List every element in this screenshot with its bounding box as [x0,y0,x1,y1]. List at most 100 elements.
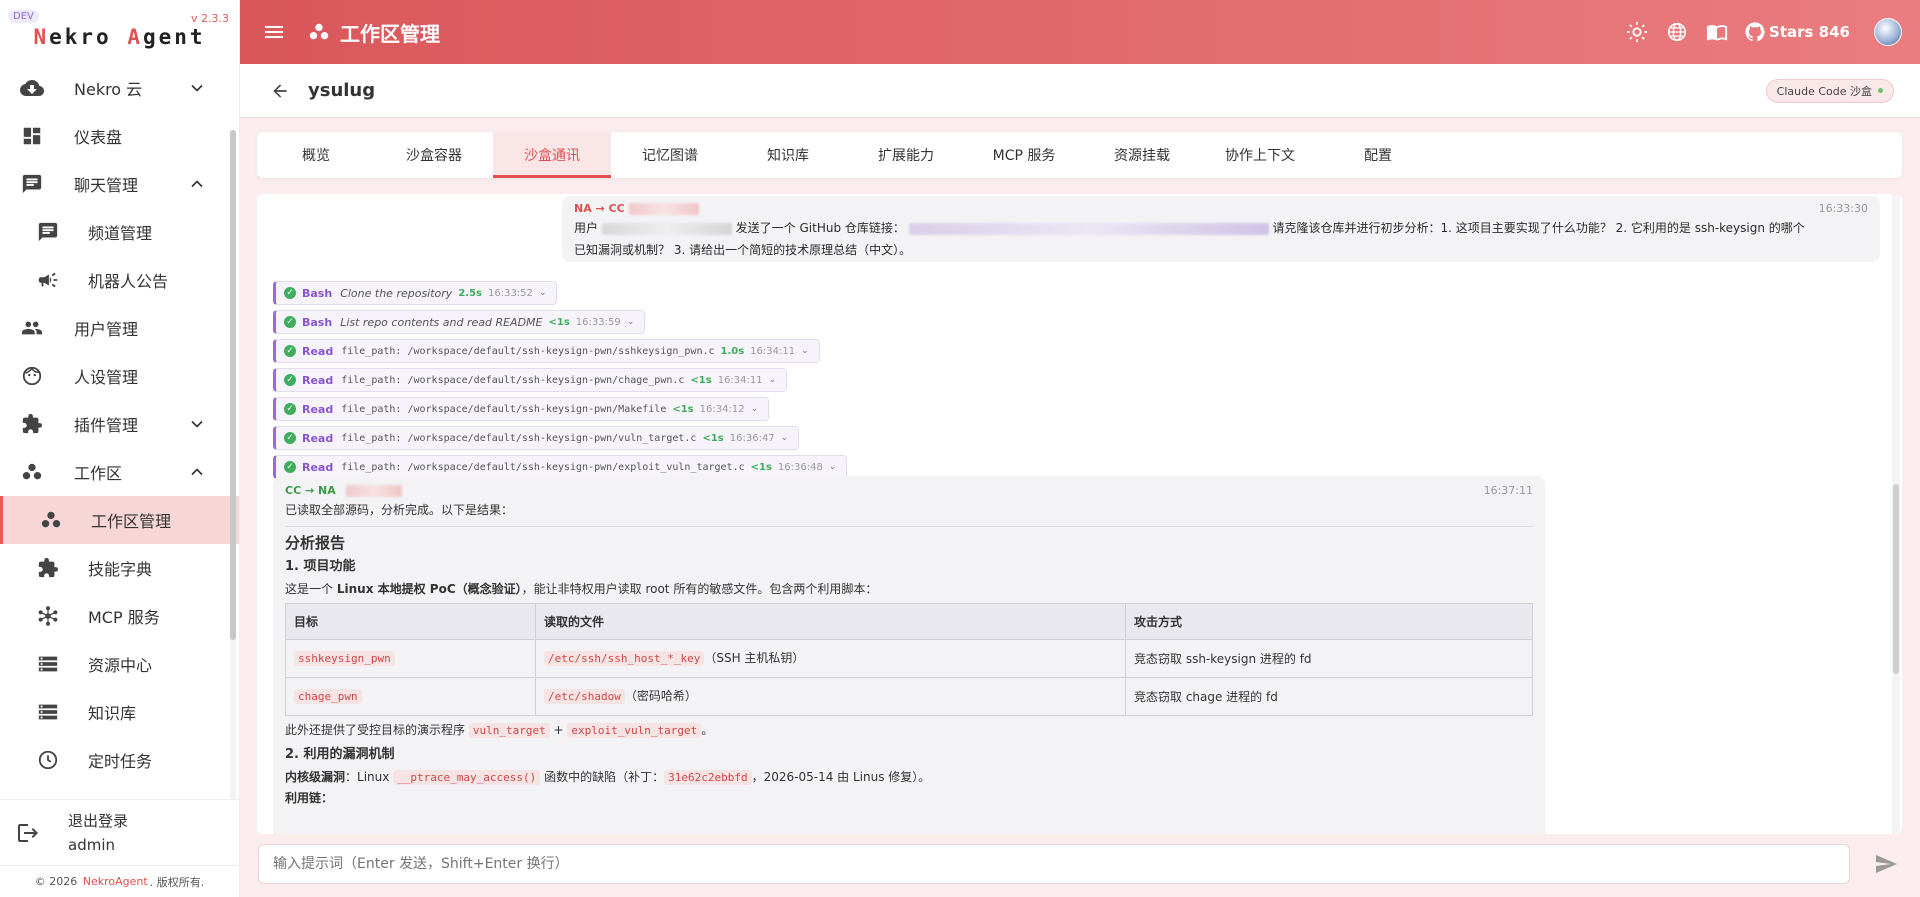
theme-toggle-icon[interactable] [1625,20,1649,44]
workspace-name: ysulug [308,80,376,101]
sidebar-item-dashboard[interactable]: 仪表盘 [0,112,239,160]
tool-call-list: ✓ Bash Clone the repository 2.5s 16:33:52 ⌄ ✓… [273,280,848,483]
sidebar-item-knowledge-base[interactable]: 知识库 [0,688,239,736]
workspace-header: ysulug Claude Code 沙盒 [240,64,1920,118]
workspaces-icon [20,460,44,484]
tab-knowledge-base[interactable]: 知识库 [729,132,847,178]
copyright-link[interactable]: NekroAgent [83,875,148,888]
sidebar-item-plugin-management[interactable]: 插件管理 [0,400,239,448]
menu-icon[interactable] [262,20,286,44]
tool-call-item[interactable]: ✓ Bash Clone the repository 2.5s 16:33:52 ⌄ [273,281,558,305]
tab-config[interactable]: 配置 [1319,132,1437,178]
logo[interactable]: Nekro Agent [33,25,205,49]
sidebar-scrollbar[interactable] [230,130,236,799]
status-badge: Claude Code 沙盒 [1765,78,1894,103]
extension-icon [36,556,60,580]
sidebar-item-nekro-cloud[interactable]: Nekro 云 [0,64,239,112]
redacted-user [601,222,732,235]
top-bar: 工作区管理 Stars 846 [240,0,1920,64]
section-heading: 1. 项目功能 [285,559,356,574]
chevron-down-icon [191,84,203,92]
brand: DEV v 2.3.3 Nekro Agent [0,0,239,64]
prompt-input-wrapper [258,844,1850,884]
sidebar-item-workspace[interactable]: 工作区 [0,448,239,496]
tool-call-item[interactable]: ✓ Read file_path: /workspace/default/ssh-k… [273,339,820,363]
github-icon [1745,22,1765,42]
table-header: 读取的文件 [535,603,1126,640]
chevron-down-icon: ⌄ [768,375,777,385]
send-icon[interactable] [1874,852,1898,876]
message-time: 16:33:30 [1818,202,1868,215]
tool-call-item[interactable]: ✓ Bash List repo contents and read README <… [273,310,646,334]
docs-book-icon[interactable] [1705,20,1729,44]
content-scrollbar-thumb[interactable] [1893,484,1899,674]
sidebar-item-resource-center[interactable]: 资源中心 [0,640,239,688]
divider [285,526,1533,527]
sidebar-item-channel-management[interactable]: 频道管理 [0,208,239,256]
communication-log: NA → CC 16:33:30 用户 发送了一个 GitHub 仓库链接： 请… [257,194,1902,834]
avatar[interactable] [1874,18,1902,46]
chevron-down-icon: ⌄ [828,462,837,472]
language-icon[interactable] [1665,20,1689,44]
storage-icon [36,652,60,676]
tab-extensions[interactable]: 扩展能力 [847,132,965,178]
sidebar-item-bot-announcement[interactable]: 机器人公告 [0,256,239,304]
people-icon [20,316,44,340]
check-circle-icon: ✓ [284,374,296,386]
redacted-repo-link [908,222,1269,235]
check-circle-icon: ✓ [284,287,296,299]
content-scrollbar[interactable] [1892,194,1900,834]
tab-collab-context[interactable]: 协作上下文 [1201,132,1319,178]
redacted-name [345,485,402,497]
sidebar-item-workspace-management[interactable]: 工作区管理 [0,496,239,544]
dev-badge: DEV [8,10,39,23]
sidebar-item-user-management[interactable]: 用户管理 [0,304,239,352]
check-circle-icon: ✓ [284,316,296,328]
message-time: 16:37:11 [1483,484,1533,497]
prompt-input[interactable] [273,856,1849,872]
username: admin [68,835,115,854]
sidebar: DEV v 2.3.3 Nekro Agent Nekro 云 仪表盘 聊天管理… [0,0,240,897]
user-message: NA → CC 16:33:30 用户 发送了一个 GitHub 仓库链接： 请… [562,196,1880,262]
tab-sandbox-container[interactable]: 沙盒容器 [375,132,493,178]
sidebar-scrollbar-thumb[interactable] [230,130,236,640]
sidebar-item-mcp-service[interactable]: MCP 服务 [0,592,239,640]
tab-overview[interactable]: 概览 [257,132,375,178]
chevron-down-icon: ⌄ [780,433,789,443]
copyright: © 2026 NekroAgent. 版权所有. [0,865,239,897]
sidebar-item-chat-management[interactable]: 聊天管理 [0,160,239,208]
chat-icon [20,172,44,196]
chat-icon [36,220,60,244]
back-arrow-icon[interactable] [270,81,290,101]
check-circle-icon: ✓ [284,461,296,473]
github-stars-button[interactable]: Stars 846 [1745,22,1850,42]
check-circle-icon: ✓ [284,403,296,415]
workspace-tabs: 概览 沙盒容器 沙盒通讯 记忆图谱 知识库 扩展能力 MCP 服务 资源挂载 协… [257,132,1902,178]
logout-label: 退出登录 [68,811,129,830]
tool-call-item[interactable]: ✓ Read file_path: /workspace/default/ssh-k… [273,368,788,392]
sidebar-item-scheduled-tasks[interactable]: 定时任务 [0,736,239,784]
tab-mcp-service[interactable]: MCP 服务 [965,132,1083,178]
cloud-download-icon [20,76,44,100]
table-header: 目标 [285,603,536,640]
tab-memory-graph[interactable]: 记忆图谱 [611,132,729,178]
dashboard-icon [20,124,44,148]
logout-button[interactable]: 退出登录 admin [0,799,239,865]
tool-call-item[interactable]: ✓ Read file_path: /workspace/default/ssh-k… [273,426,800,450]
campaign-icon [36,268,60,292]
sidebar-item-persona-management[interactable]: 人设管理 [0,352,239,400]
table-header: 攻击方式 [1125,603,1533,640]
redacted-name [628,203,699,215]
result-table: 目标 读取的文件 攻击方式 sshkeysign_pwn /etc/ssh/ss… [285,603,1533,716]
check-circle-icon: ✓ [284,432,296,444]
tool-call-item[interactable]: ✓ Read file_path: /workspace/default/ssh-k… [273,397,770,421]
sidebar-item-skill-dictionary[interactable]: 技能字典 [0,544,239,592]
agent-message: CC → NA 16:37:11 已读取全部源码，分析完成。以下是结果： 分析报… [273,476,1545,834]
clock-icon [36,748,60,772]
chevron-down-icon: ⌄ [750,404,759,414]
prompt-bar [240,840,1920,897]
tab-resource-mount[interactable]: 资源挂载 [1083,132,1201,178]
message-direction: NA → CC [574,202,625,215]
table-row: chage_pwn /etc/shadow （密码哈希） 竞态窃取 chage 进… [285,677,1533,716]
tab-sandbox-communication[interactable]: 沙盒通讯 [493,132,611,178]
